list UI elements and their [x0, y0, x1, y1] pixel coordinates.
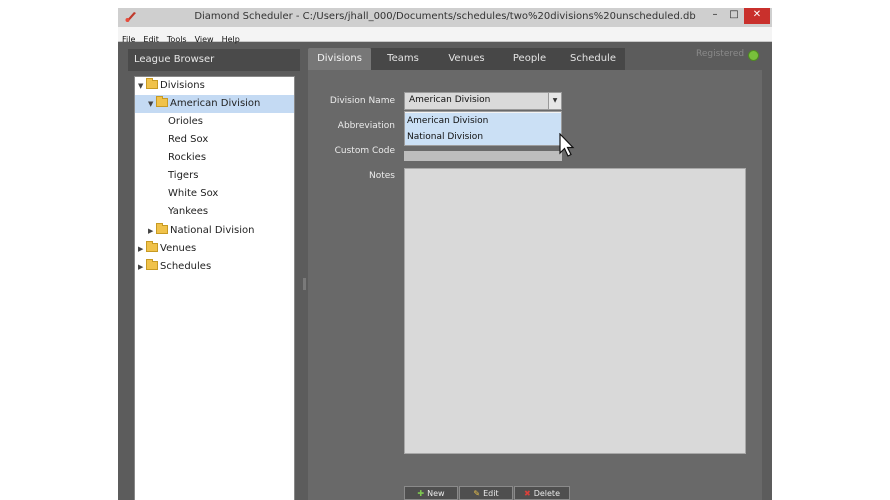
window-title: Diamond Scheduler - C:/Users/jhall_000/D…: [194, 11, 696, 22]
tree-node-label: National Division: [170, 225, 255, 236]
tab-schedule[interactable]: Schedule: [561, 48, 625, 70]
division-name-value: American Division: [409, 95, 491, 105]
tree-node-divisions[interactable]: ▼ Divisions: [138, 77, 205, 95]
tree-node-american-division[interactable]: ▼ American Division: [135, 95, 294, 113]
add-icon: ✚: [417, 489, 425, 498]
menu-tools[interactable]: Tools: [163, 33, 191, 44]
league-browser-header: League Browser: [128, 49, 300, 71]
tab-people[interactable]: People: [498, 48, 561, 70]
delete-button[interactable]: ✖ Delete: [514, 486, 570, 500]
tree-node-venues[interactable]: ▶ Venues: [138, 240, 196, 258]
tree-node-national-division[interactable]: ▶ National Division: [148, 222, 254, 240]
folder-icon: [146, 259, 158, 270]
folder-icon: [146, 78, 158, 89]
delete-icon: ✖: [524, 489, 531, 498]
new-button-label: New: [427, 489, 445, 498]
app-window: Diamond Scheduler - C:/Users/jhall_000/D…: [118, 8, 772, 500]
tab-venues[interactable]: Venues: [435, 48, 498, 70]
menu-edit[interactable]: Edit: [139, 33, 163, 44]
close-button[interactable]: ✕: [744, 8, 770, 24]
notes-textarea[interactable]: [404, 168, 746, 454]
panel-splitter-handle[interactable]: [303, 278, 306, 290]
custom-code-label: Custom Code: [334, 146, 395, 156]
expand-arrow-icon[interactable]: ▶: [138, 240, 146, 258]
folder-icon: [146, 241, 158, 252]
folder-icon: [156, 96, 168, 107]
tree-node-label: Schedules: [160, 261, 212, 272]
division-name-select[interactable]: American Division ▼: [404, 92, 562, 110]
tree-node-label: Divisions: [160, 80, 205, 91]
tab-bar: Divisions Teams Venues People Schedule: [308, 48, 762, 70]
tree-node-team[interactable]: Yankees: [168, 203, 208, 221]
menu-view[interactable]: View: [191, 33, 218, 44]
expand-arrow-icon[interactable]: ▼: [148, 95, 156, 113]
tree-node-team[interactable]: Red Sox: [168, 131, 208, 149]
minimize-button[interactable]: –: [704, 8, 726, 24]
tree-node-team[interactable]: Orioles: [168, 113, 203, 131]
notes-label: Notes: [369, 171, 395, 181]
division-dropdown-list[interactable]: American Division National Division: [404, 111, 562, 146]
tree-node-schedules[interactable]: ▶ Schedules: [138, 258, 211, 276]
tab-divisions[interactable]: Divisions: [308, 48, 371, 70]
tree-node-label: American Division: [170, 98, 261, 109]
registered-status: Registered: [696, 49, 745, 59]
chevron-down-icon[interactable]: ▼: [548, 93, 561, 109]
status-indicator-icon: [748, 50, 759, 61]
menu-help[interactable]: Help: [218, 33, 244, 44]
division-name-label: Division Name: [329, 96, 395, 106]
option-american-division[interactable]: American Division: [405, 113, 561, 129]
tab-teams[interactable]: Teams: [371, 48, 435, 70]
edit-button-label: Edit: [483, 489, 499, 498]
edit-button[interactable]: ✎ Edit: [459, 486, 513, 500]
league-tree[interactable]: ▼ Divisions ▼ American Division Orioles Re…: [134, 76, 295, 500]
menu-bar: File Edit Tools View Help: [118, 27, 772, 44]
abbreviation-label: Abbreviation: [337, 121, 395, 131]
expand-arrow-icon[interactable]: ▼: [138, 77, 146, 95]
expand-arrow-icon[interactable]: ▶: [148, 222, 156, 240]
title-bar: Diamond Scheduler - C:/Users/jhall_000/D…: [118, 8, 772, 27]
tree-node-label: Venues: [160, 243, 197, 254]
screen: Diamond Scheduler - C:/Users/jhall_000/D…: [0, 0, 890, 500]
new-button[interactable]: ✚ New: [404, 486, 458, 500]
expand-arrow-icon[interactable]: ▶: [138, 258, 146, 276]
option-national-division[interactable]: National Division: [405, 129, 561, 145]
menu-file[interactable]: File: [118, 33, 139, 44]
folder-icon: [156, 223, 168, 234]
tree-node-team[interactable]: White Sox: [168, 185, 218, 203]
mouse-pointer-icon: [559, 133, 575, 157]
delete-button-label: Delete: [533, 489, 560, 498]
maximize-button[interactable]: □: [724, 8, 744, 24]
tree-node-team[interactable]: Tigers: [168, 167, 198, 185]
tree-node-team[interactable]: Rockies: [168, 149, 206, 167]
custom-code-field[interactable]: [404, 151, 562, 161]
pencil-icon: ✎: [473, 489, 481, 498]
